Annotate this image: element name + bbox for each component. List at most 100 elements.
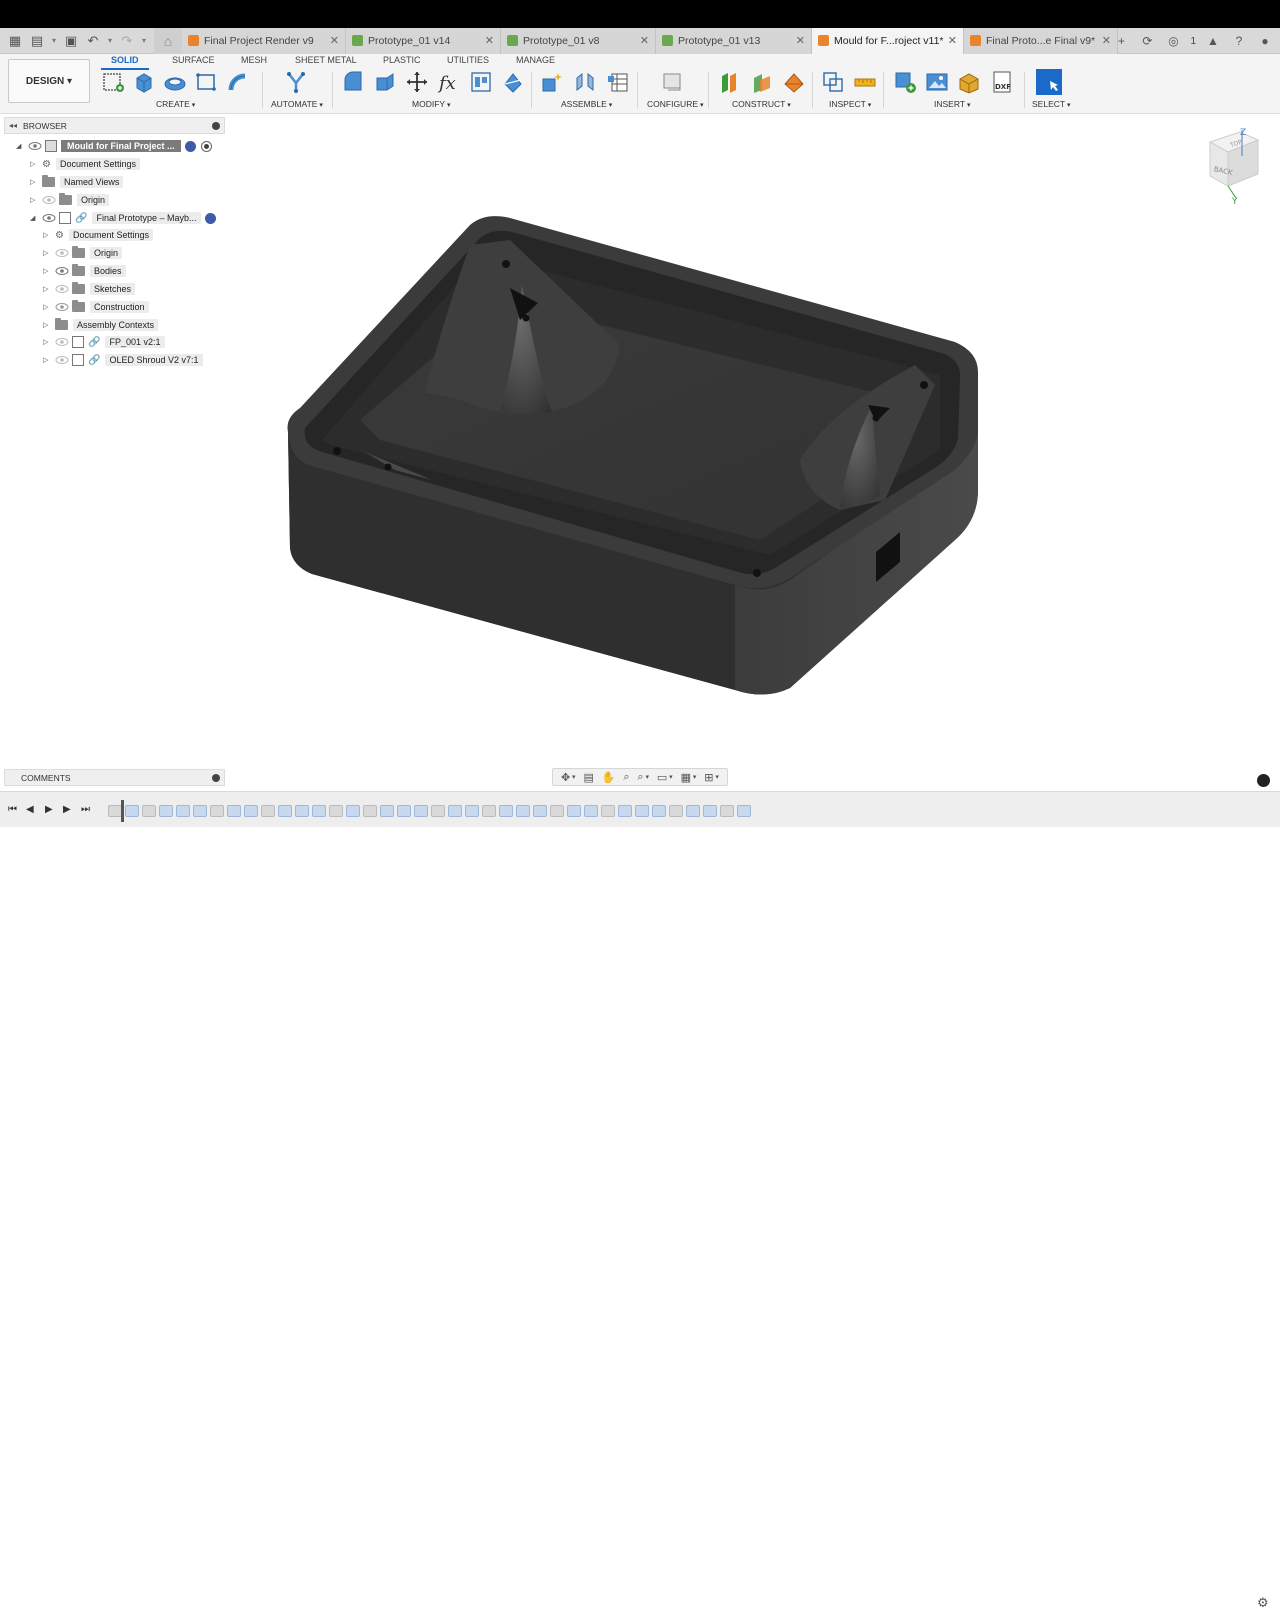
timeline-feature[interactable] <box>686 805 700 817</box>
pin-panel-icon[interactable] <box>212 773 220 782</box>
timeline-feature[interactable] <box>210 805 224 817</box>
orbit-chevron-icon[interactable]: ▾ <box>572 773 576 781</box>
visibility-eye-icon[interactable] <box>55 266 69 276</box>
align-icon[interactable] <box>469 70 493 94</box>
insert-derive-icon[interactable] <box>893 70 917 94</box>
joint-icon[interactable] <box>573 70 597 94</box>
tab-solid[interactable]: SOLID <box>101 54 148 70</box>
visibility-eye-hidden-icon[interactable] <box>55 337 69 347</box>
expand-triangle-icon[interactable]: ▷ <box>43 321 51 329</box>
timeline-feature[interactable] <box>635 805 649 817</box>
close-tab-icon[interactable]: ✕ <box>330 34 339 47</box>
save-icon[interactable]: ▣ <box>60 30 82 52</box>
timeline-feature[interactable] <box>533 805 547 817</box>
workspace-switcher-button[interactable]: DESIGN ▾ <box>8 59 90 103</box>
timeline-feature[interactable] <box>380 805 394 817</box>
browser-header[interactable]: ◂◂ BROWSER <box>4 117 225 134</box>
timeline-feature[interactable] <box>159 805 173 817</box>
insert-canvas-icon[interactable] <box>925 70 949 94</box>
tab-surface[interactable]: SURFACE <box>172 54 215 66</box>
mould-model[interactable] <box>287 216 979 695</box>
expand-triangle-icon[interactable]: ▷ <box>30 178 38 186</box>
viewports-icon[interactable]: ⊞ <box>704 771 713 784</box>
tab-manage[interactable]: MANAGE <box>516 54 555 66</box>
grid-chevron-icon[interactable]: ▾ <box>693 773 697 781</box>
timeline-feature[interactable] <box>346 805 360 817</box>
look-at-icon[interactable]: ▤ <box>583 771 593 784</box>
visibility-eye-hidden-icon[interactable] <box>42 195 56 205</box>
close-tab-icon[interactable]: ✕ <box>485 34 494 47</box>
construct-menu[interactable]: CONSTRUCT <box>732 99 791 109</box>
tab-plastic[interactable]: PLASTIC <box>383 54 421 66</box>
timeline-marker[interactable] <box>121 800 124 822</box>
timeline-feature[interactable] <box>176 805 190 817</box>
timeline-feature[interactable] <box>601 805 615 817</box>
timeline-feature[interactable] <box>125 805 139 817</box>
timeline-feature[interactable] <box>499 805 513 817</box>
insert-mcmaster-icon[interactable] <box>957 70 981 94</box>
browser-item-document-settings-sub[interactable]: ▷ ⚙ Document Settings <box>43 227 154 243</box>
expand-triangle-icon[interactable]: ▷ <box>43 303 51 311</box>
file-menu-icon[interactable]: ▤ <box>26 30 48 52</box>
fit-chevron-icon[interactable]: ▾ <box>645 773 649 781</box>
job-status-icon[interactable]: ◎ <box>1164 30 1182 52</box>
automate-icon[interactable] <box>284 70 308 94</box>
orbit-icon[interactable]: ✥ <box>561 771 570 784</box>
browser-item-oled-shroud[interactable]: ▷ 🔗 OLED Shroud V2 v7:1 <box>43 352 203 368</box>
browser-item-named-views[interactable]: ▷ Named Views <box>30 174 124 190</box>
step-back-icon[interactable]: ◀ <box>26 804 34 815</box>
revolve-icon[interactable] <box>163 70 187 94</box>
timeline-feature[interactable] <box>652 805 666 817</box>
timeline-feature[interactable] <box>363 805 377 817</box>
select-menu[interactable]: SELECT <box>1032 99 1071 109</box>
timeline-feature[interactable] <box>397 805 411 817</box>
pin-panel-icon[interactable] <box>212 121 220 130</box>
timeline-feature[interactable] <box>737 805 751 817</box>
close-tab-icon[interactable]: ✕ <box>796 34 805 47</box>
parameters-fx-icon[interactable]: fx <box>437 70 461 94</box>
pan-hand-icon[interactable]: ✋ <box>602 771 616 784</box>
undo-icon[interactable]: ↶ <box>82 30 104 52</box>
collapse-triangle-icon[interactable]: ◢ <box>16 142 24 150</box>
tab-utilities[interactable]: UTILITIES <box>447 54 489 66</box>
expand-triangle-icon[interactable]: ▷ <box>30 196 38 204</box>
midplane-icon[interactable] <box>782 70 806 94</box>
step-forward-icon[interactable]: ▶ <box>63 804 71 815</box>
timeline-feature[interactable] <box>584 805 598 817</box>
home-tab[interactable]: ⌂ <box>154 27 182 54</box>
fit-zoom-icon[interactable]: ⌕ <box>637 771 643 784</box>
3d-viewport-canvas[interactable] <box>226 114 1280 790</box>
browser-item-construction[interactable]: ▷ Construction <box>43 299 149 315</box>
timeline-feature[interactable] <box>703 805 717 817</box>
extrude-icon[interactable] <box>132 70 156 94</box>
chat-icon[interactable] <box>1257 774 1270 787</box>
tab-mesh[interactable]: MESH <box>241 54 267 66</box>
visibility-eye-icon[interactable] <box>42 213 56 223</box>
redo-icon[interactable]: ↷ <box>116 30 138 52</box>
new-tab-icon[interactable]: + <box>1112 30 1130 52</box>
automate-menu[interactable]: AUTOMATE <box>271 99 323 109</box>
split-body-icon[interactable] <box>501 70 525 94</box>
interference-icon[interactable] <box>821 70 845 94</box>
timeline-feature[interactable] <box>516 805 530 817</box>
visibility-eye-icon[interactable] <box>28 141 42 151</box>
browser-item-document-settings[interactable]: ▷ ⚙ Document Settings <box>30 156 141 172</box>
offset-plane-icon[interactable] <box>718 70 742 94</box>
expand-triangle-icon[interactable]: ▷ <box>43 231 51 239</box>
timeline-feature[interactable] <box>482 805 496 817</box>
timeline-feature[interactable] <box>550 805 564 817</box>
browser-item-origin-sub[interactable]: ▷ Origin <box>43 245 123 261</box>
file-menu-chevron-icon[interactable]: ▾ <box>48 30 60 52</box>
browser-item-bodies[interactable]: ▷ Bodies <box>43 263 126 279</box>
browser-item-final-prototype[interactable]: ◢ 🔗 Final Prototype – Mayb... <box>30 210 216 226</box>
help-icon[interactable]: ? <box>1230 30 1248 52</box>
timeline-feature[interactable] <box>669 805 683 817</box>
expand-triangle-icon[interactable]: ▷ <box>43 267 51 275</box>
go-to-start-icon[interactable]: ⏮ <box>8 804 17 815</box>
grid-snaps-icon[interactable]: ▦ <box>681 771 691 784</box>
comments-panel[interactable]: COMMENTS <box>4 769 225 786</box>
visibility-eye-icon[interactable] <box>55 302 69 312</box>
expand-triangle-icon[interactable]: ▷ <box>43 356 51 364</box>
fillet-icon[interactable] <box>373 70 397 94</box>
move-copy-icon[interactable] <box>405 70 429 94</box>
